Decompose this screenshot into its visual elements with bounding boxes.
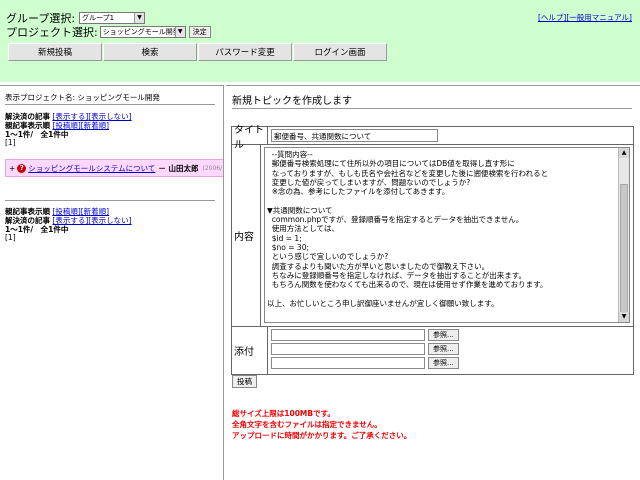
divider <box>232 108 632 109</box>
content-label: 内容 <box>232 145 261 326</box>
file-input[interactable] <box>271 357 425 369</box>
header: グループ選択: グループ1 ▼ プロジェクト選択: ショッピングモール開発 ▼ … <box>0 0 640 82</box>
expand-icon[interactable]: + <box>9 164 15 173</box>
content-text: --質問内容-- 郵便番号検索処理にて住所以外の項目についてはDB値を取得し直す… <box>267 150 549 308</box>
question-icon: ? <box>17 163 27 173</box>
browse-button[interactable]: 参照... <box>428 343 459 355</box>
page-title: 新規トピックを作成します <box>232 96 352 107</box>
help-links: [ヘルプ][一般用マニュアル] <box>538 12 632 23</box>
attach-label: 添付 <box>232 327 268 374</box>
title-label: タイトル <box>232 125 268 151</box>
project-display-name: 表示プロジェクト名: ショッピングモール開発 <box>5 93 160 102</box>
scroll-down-icon[interactable]: ▼ <box>619 312 629 322</box>
page-link[interactable]: [1] <box>5 138 16 147</box>
divider <box>5 104 215 105</box>
title-input[interactable]: 郵便番号、共通関数について <box>271 129 438 142</box>
content-cell: --質問内容-- 郵便番号検索処理にて住所以外の項目についてはDB値を取得し直す… <box>261 145 633 326</box>
notice-text: 全角文字を含むファイルは指定できません。 <box>232 420 382 429</box>
scroll-thumb[interactable] <box>620 184 628 314</box>
title-row: タイトル 郵便番号、共通関数について <box>232 125 633 151</box>
attach-row: 添付 参照... 参照... 参照... <box>232 327 633 374</box>
topic-date: (2006/ <box>202 164 223 172</box>
content-textarea[interactable]: --質問内容-- 郵便番号検索処理にて住所以外の項目についてはDB値を取得し直す… <box>264 147 630 323</box>
topic-row[interactable]: + ? ショッピングモールシステムについて － 山田太郎 (2006/ <box>5 159 223 177</box>
content-row: 内容 --質問内容-- 郵便番号検索処理にて住所以外の項目についてはDB値を取得… <box>232 145 633 327</box>
file-input[interactable] <box>271 329 425 341</box>
new-topic-pane: 新規トピックを作成します タイトル 郵便番号、共通関数について 内容 --質問内… <box>226 85 640 480</box>
divider <box>5 200 215 201</box>
file-row: 参照... <box>271 329 630 341</box>
file-row: 参照... <box>271 357 630 369</box>
project-select-label: プロジェクト選択: <box>6 26 98 39</box>
browse-button[interactable]: 参照... <box>428 329 459 341</box>
scrollbar[interactable]: ▲ ▼ <box>618 148 629 322</box>
help-link[interactable]: [ヘルプ] <box>538 13 566 22</box>
main-nav: 新規投稿 検索 パスワード変更 ログイン画面 <box>8 43 388 61</box>
topic-author: － 山田太郎 <box>158 163 199 173</box>
file-row: 参照... <box>271 343 630 355</box>
chevron-down-icon: ▼ <box>174 27 185 37</box>
new-post-button[interactable]: 新規投稿 <box>8 43 102 61</box>
decide-button[interactable]: 決定 <box>188 26 211 38</box>
title-cell: 郵便番号、共通関数について <box>268 127 633 144</box>
topic-list-pane: 表示プロジェクト名: ショッピングモール開発 解決済の記事 [表示する][表示し… <box>0 85 224 480</box>
chevron-down-icon: ▼ <box>134 13 145 23</box>
login-screen-button[interactable]: ログイン画面 <box>293 43 387 61</box>
submit-button[interactable]: 投稿 <box>232 375 257 388</box>
attach-cell: 参照... 参照... 参照... <box>268 327 633 374</box>
scroll-up-icon[interactable]: ▲ <box>619 148 629 158</box>
search-button[interactable]: 検索 <box>103 43 197 61</box>
browse-button[interactable]: 参照... <box>428 357 459 369</box>
order-by-newest-link[interactable]: [新着順] <box>81 121 109 130</box>
project-select-value: ショッピングモール開発 <box>102 28 180 36</box>
new-topic-form: タイトル 郵便番号、共通関数について 内容 --質問内容-- 郵便番号検索処理に… <box>231 125 634 375</box>
notice-text: 総サイズ上限は100MBです。 <box>232 409 335 418</box>
manual-link[interactable]: [一般用マニュアル] <box>566 13 632 22</box>
password-change-button[interactable]: パスワード変更 <box>198 43 292 61</box>
group-select-value: グループ1 <box>82 14 115 22</box>
file-input[interactable] <box>271 343 425 355</box>
project-select[interactable]: ショッピングモール開発 ▼ <box>99 26 186 38</box>
resolved-hide-link[interactable]: [表示しない] <box>88 216 131 225</box>
topic-title-link[interactable]: ショッピングモールシステムについて <box>28 163 155 174</box>
page-link[interactable]: [1] <box>5 233 16 242</box>
notice-text: アップロードに時間がかかります。ご了承ください。 <box>232 431 412 440</box>
project-select-row: プロジェクト選択: ショッピングモール開発 ▼ 決定 <box>6 24 211 40</box>
group-select[interactable]: グループ1 ▼ <box>79 12 146 24</box>
